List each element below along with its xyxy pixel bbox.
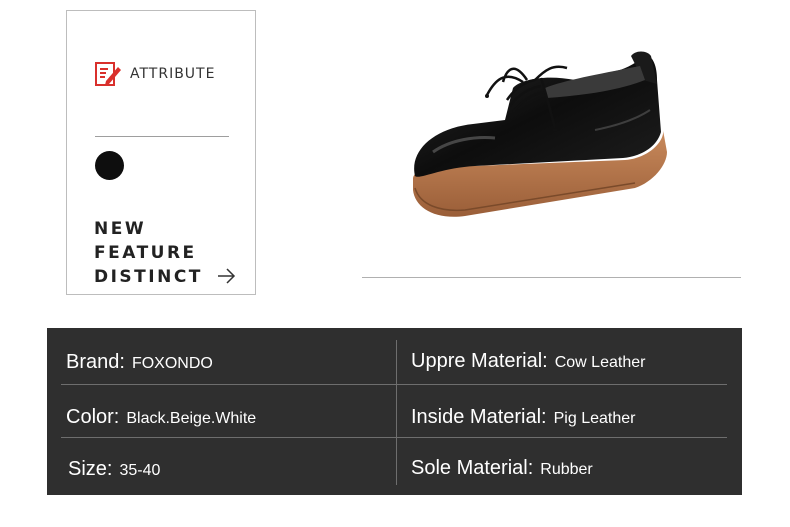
attribute-heading: ATTRIBUTE	[130, 66, 216, 82]
spec-sole-material-label: Sole Material:	[411, 457, 534, 479]
spec-brand-value: FOXONDO	[131, 355, 213, 372]
spec-brand: Brand: FOXONDO	[66, 351, 213, 374]
spec-sole-material: Sole Material: Rubber	[411, 457, 593, 480]
feature-line-new: NEW	[94, 219, 147, 239]
spec-sole-material-value: Rubber	[540, 461, 593, 478]
document-edit-icon	[95, 62, 121, 86]
arrow-right-icon[interactable]	[217, 266, 237, 286]
spec-size: Size: 35-40	[68, 458, 160, 481]
feature-line-distinct: DISTINCT	[94, 267, 203, 287]
attribute-header: ATTRIBUTE	[94, 60, 215, 88]
spec-column-divider	[396, 340, 397, 485]
spec-size-value: 35-40	[119, 462, 161, 479]
spec-upper-material-label: Uppre Material:	[411, 350, 548, 372]
spec-panel: Brand: FOXONDO Uppre Material: Cow Leath…	[47, 328, 742, 495]
card-divider	[95, 136, 229, 137]
color-swatch[interactable]	[95, 151, 124, 180]
spec-inside-material-label: Inside Material:	[411, 406, 547, 428]
spec-brand-label: Brand:	[66, 351, 125, 373]
spec-color-value: Black.Beige.White	[126, 410, 257, 427]
spec-upper-material-value: Cow Leather	[554, 354, 646, 371]
spec-row-divider	[61, 437, 727, 438]
spec-color-label: Color:	[66, 406, 120, 428]
feature-line-feature: FEATURE	[94, 243, 197, 263]
spec-size-label: Size:	[68, 458, 113, 480]
spec-inside-material: Inside Material: Pig Leather	[411, 406, 635, 429]
attribute-card: ATTRIBUTE NEW FEATURE DISTINCT	[66, 10, 256, 295]
spec-row-divider	[61, 384, 727, 385]
product-image	[413, 51, 667, 217]
spec-upper-material: Uppre Material: Cow Leather	[411, 350, 645, 373]
spec-inside-material-value: Pig Leather	[553, 410, 636, 427]
spec-color: Color: Black.Beige.White	[66, 406, 256, 429]
image-underline	[362, 277, 741, 278]
